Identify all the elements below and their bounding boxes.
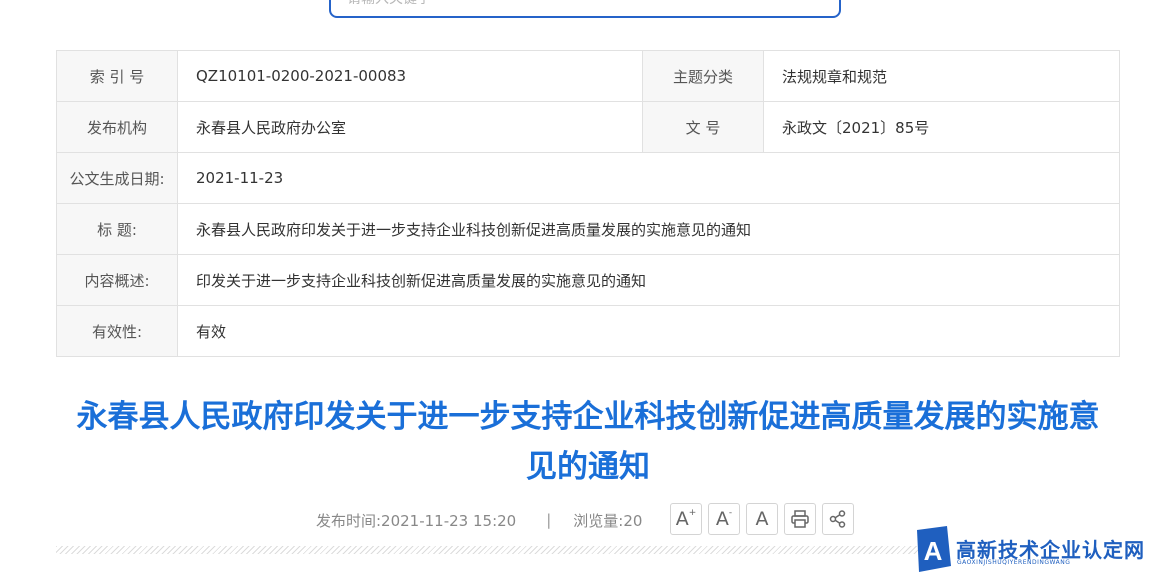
plus-mark: + [688,508,697,518]
article-info: 发布时间:2021-11-23 15:20 | 浏览量:20 [316,506,642,534]
site-watermark: A 高新技术企业认定网 GAOXINJISHUQIYERENDINGWANG [913,526,1159,572]
font-increase-button[interactable]: A + [670,503,702,535]
hatched-divider [56,546,926,554]
title-value: 永春县人民政府印发关于进一步支持企业科技创新促进高质量发展的实施意见的通知 [177,203,1120,255]
validity-value: 有效 [177,305,1120,357]
topic-label: 主题分类 [642,50,764,102]
printer-icon [791,510,809,528]
article-tools: A + A- A [670,503,854,535]
topic-value: 法规规章和规范 [763,50,1120,102]
doc-no-label: 文 号 [642,101,764,153]
minus-mark: - [728,508,733,518]
watermark-logo-letter: A [924,536,943,566]
validity-label: 有效性: [56,305,178,357]
article-title-line1: 永春县人民政府印发关于进一步支持企业科技创新促进高质量发展的实施意 [76,399,1100,435]
share-button[interactable] [822,503,854,535]
doc-no-value: 永政文〔2021〕85号 [763,101,1120,153]
view-count: 浏览量:20 [573,511,643,530]
font-reset-label: A [755,508,769,530]
watermark-subtext: GAOXINJISHUQIYERENDINGWANG [957,559,1071,566]
date-label: 公文生成日期: [56,152,178,204]
document-info-table: 索 引 号 QZ10101-0200-2021-00083 主题分类 法规规章和… [56,50,1120,357]
title-label: 标 题: [56,203,178,255]
font-reset-button[interactable]: A [746,503,778,535]
search-placeholder: 请输入关键字 [347,0,431,8]
table-row: 有效性: 有效 [56,305,1120,357]
table-row: 发布机构 永春县人民政府办公室 文 号 永政文〔2021〕85号 [56,101,1120,153]
table-row: 索 引 号 QZ10101-0200-2021-00083 主题分类 法规规章和… [56,50,1120,102]
date-value: 2021-11-23 [177,152,1120,204]
index-label: 索 引 号 [56,50,178,102]
info-separator: | [546,511,552,529]
article-title: 永春县人民政府印发关于进一步支持企业科技创新促进高质量发展的实施意 见的通知 [40,392,1136,492]
share-icon [829,510,846,528]
publish-time: 发布时间:2021-11-23 15:20 [316,511,517,530]
font-decrease-label: A [715,508,729,530]
table-row: 内容概述: 印发关于进一步支持企业科技创新促进高质量发展的实施意见的通知 [56,254,1120,306]
font-decrease-button[interactable]: A- [708,503,740,535]
summary-label: 内容概述: [56,254,178,306]
index-value: QZ10101-0200-2021-00083 [177,50,643,102]
publisher-label: 发布机构 [56,101,178,153]
table-row: 标 题: 永春县人民政府印发关于进一步支持企业科技创新促进高质量发展的实施意见的… [56,203,1120,255]
print-button[interactable] [784,503,816,535]
search-box[interactable]: 请输入关键字 [329,0,841,18]
publisher-value: 永春县人民政府办公室 [177,101,643,153]
summary-value: 印发关于进一步支持企业科技创新促进高质量发展的实施意见的通知 [177,254,1120,306]
table-row: 公文生成日期: 2021-11-23 [56,152,1120,204]
article-title-line2: 见的通知 [526,449,650,485]
watermark-logo-icon: A [917,526,951,572]
font-increase-label: A [675,508,689,530]
